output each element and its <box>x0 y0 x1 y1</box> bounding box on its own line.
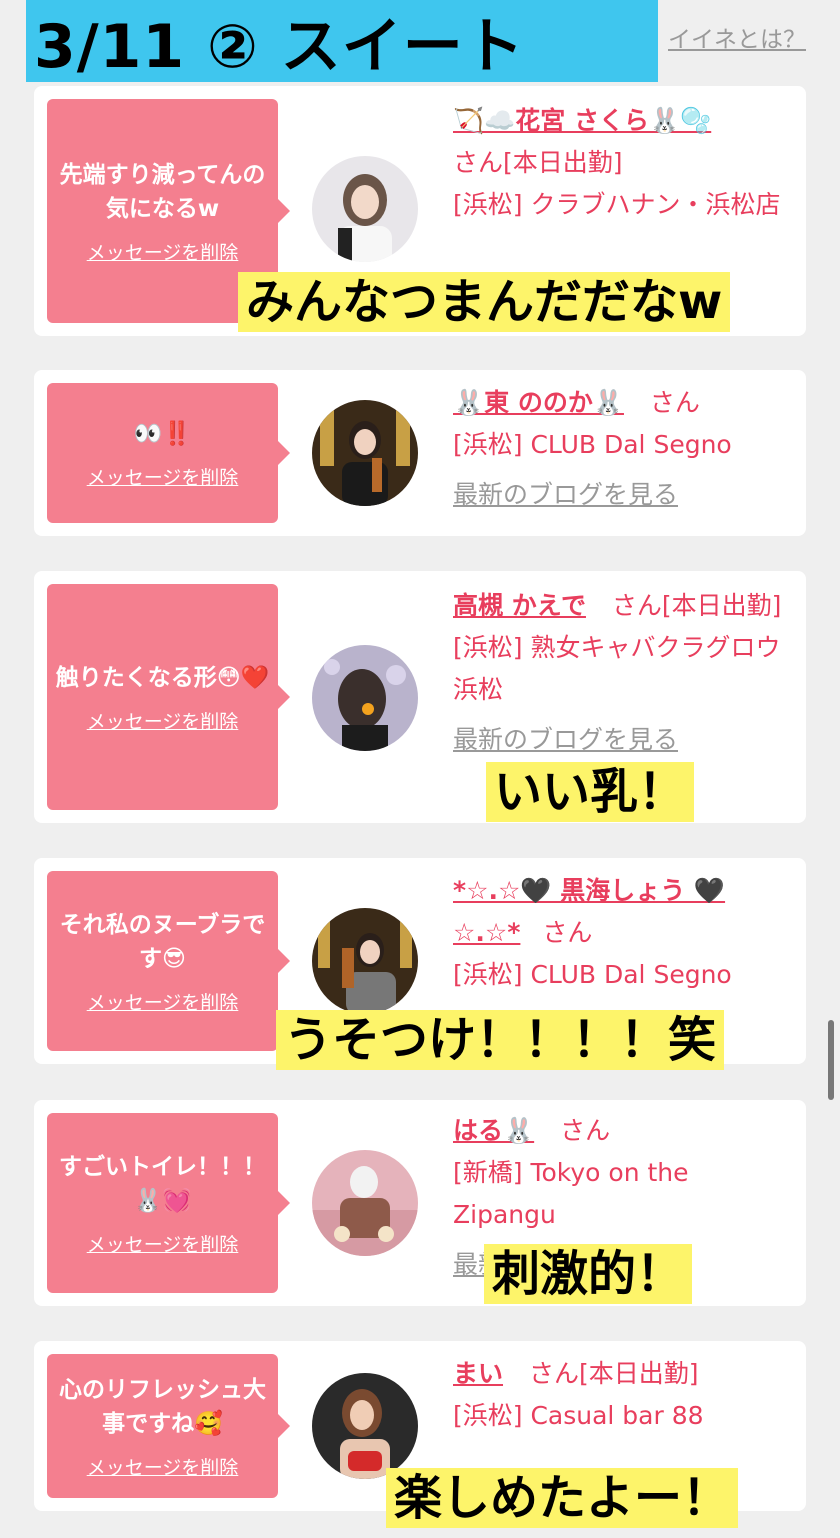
message-bubble: 触りたくなる形😳❤️ メッセージを削除 <box>47 584 290 810</box>
caption-overlay: うそつけ！！！！笑 <box>276 1010 725 1070</box>
delete-message-link[interactable]: メッセージを削除 <box>87 238 239 265</box>
shop-name: [新橋] Tokyo on the Zipangu <box>453 1158 689 1229</box>
message-bubble: 心のリフレッシュ大事ですね🥰 メッセージを削除 <box>47 1354 290 1498</box>
shop-name: [浜松] CLUB Dal Segno <box>453 430 732 459</box>
delete-message-link[interactable]: メッセージを削除 <box>87 1230 239 1257</box>
honorific: さん[本日出勤] <box>611 591 782 620</box>
message-text: 触りたくなる形😳❤️ <box>55 664 270 691</box>
shop-name: [浜松] クラブハナン・浜松店 <box>453 190 781 219</box>
liked-message-card: 👀‼️ メッセージを削除 🐰東 ののか🐰 さん [浜松] CLUB Dal Se… <box>34 370 806 536</box>
avatar[interactable] <box>312 1373 418 1479</box>
message-bubble: それ私のヌーブラです😎 メッセージを削除 <box>47 871 290 1051</box>
shop-name: [浜松] 熟女キャバクラグロウ 浜松 <box>453 633 781 704</box>
shop-name: [浜松] CLUB Dal Segno <box>453 960 732 989</box>
title-banner: 3/11 ② スイート <box>26 0 658 82</box>
honorific: さん[本日出勤] <box>528 1359 699 1388</box>
scrollbar[interactable] <box>828 1020 834 1100</box>
page: 3/11 ② スイート イイネとは？ 先端すり減ってんの気になるw メッセージを… <box>0 0 840 1538</box>
page-title: 3/11 ② スイート <box>34 11 525 82</box>
honorific: さん <box>542 918 593 947</box>
message-text: 先端すり減ってんの気になるw <box>59 161 266 222</box>
cast-info: 🐰東 ののか🐰 さん [浜松] CLUB Dal Segno 最新のブログを見る <box>453 382 791 516</box>
avatar[interactable] <box>312 156 418 262</box>
caption-overlay: みんなつまんだだなw <box>238 272 731 332</box>
cast-info: *☆.☆🖤 黒海しょう 🖤☆.☆* さん [浜松] CLUB Dal Segno <box>453 870 791 996</box>
avatar[interactable] <box>312 1150 418 1256</box>
cast-name-link[interactable]: まい <box>453 1359 503 1388</box>
cast-name-link[interactable]: 🐰東 ののか🐰 <box>453 388 624 417</box>
message-text: すごいトイレ！！！🐰💓 <box>59 1153 266 1214</box>
cast-name-link[interactable]: 🏹☁️花宮 さくら🐰🫧 <box>453 106 711 135</box>
honorific: さん <box>649 388 700 417</box>
iine-help-link[interactable]: イイネとは？ <box>640 20 806 54</box>
delete-message-link[interactable]: メッセージを削除 <box>87 707 239 734</box>
cast-info: 高槻 かえで さん[本日出勤] [浜松] 熟女キャバクラグロウ 浜松 最新のブロ… <box>453 585 791 761</box>
cast-info: 🏹☁️花宮 さくら🐰🫧 さん[本日出勤] [浜松] クラブハナン・浜松店 <box>453 100 791 226</box>
caption-overlay: 楽しめたよー！ <box>386 1468 739 1528</box>
honorific: さん[本日出勤] <box>453 148 623 177</box>
message-text: それ私のヌーブラです😎 <box>59 911 266 972</box>
message-text: 心のリフレッシュ大事ですね🥰 <box>59 1376 266 1437</box>
shop-name: [浜松] Casual bar 88 <box>453 1401 704 1430</box>
cast-info: まい さん[本日出勤] [浜松] Casual bar 88 <box>453 1353 791 1437</box>
delete-message-link[interactable]: メッセージを削除 <box>87 988 239 1015</box>
cast-name-link[interactable]: はる🐰 <box>453 1116 534 1145</box>
latest-blog-link[interactable]: 最新のブログを見る <box>453 719 791 761</box>
cast-name-link[interactable]: 高槻 かえで <box>453 591 586 620</box>
avatar[interactable] <box>312 908 418 1014</box>
latest-blog-link[interactable]: 最新のブログを見る <box>453 474 791 516</box>
delete-message-link[interactable]: メッセージを削除 <box>87 1453 239 1480</box>
message-bubble: 👀‼️ メッセージを削除 <box>47 383 290 523</box>
honorific: さん <box>560 1116 611 1145</box>
avatar[interactable] <box>312 645 418 751</box>
message-bubble: すごいトイレ！！！🐰💓 メッセージを削除 <box>47 1113 290 1293</box>
delete-message-link[interactable]: メッセージを削除 <box>87 463 239 490</box>
caption-overlay: 刺激的！ <box>484 1244 693 1304</box>
caption-overlay: いい乳！ <box>486 762 695 822</box>
message-text: 👀‼️ <box>133 420 192 447</box>
avatar[interactable] <box>312 400 418 506</box>
